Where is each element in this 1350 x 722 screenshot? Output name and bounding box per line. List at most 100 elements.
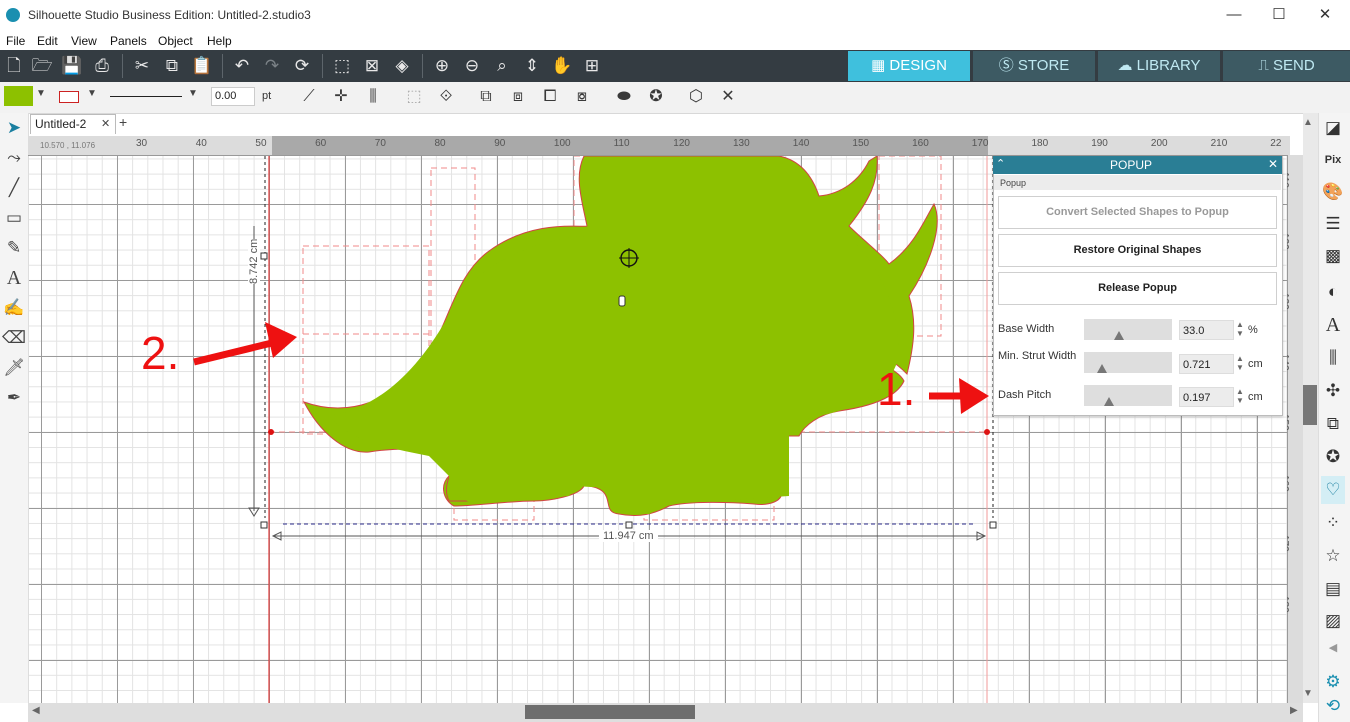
panel-collapse-icon[interactable]: ◀ [1321,634,1345,662]
scroll-right-icon[interactable]: ▶ [1290,705,1298,716]
close-window-button[interactable]: ✕ [1313,4,1337,26]
text-tool-icon[interactable]: A [2,265,26,291]
weld-icon[interactable]: ⧠ [538,86,562,108]
close-panel-icon[interactable]: ✕ [1268,157,1278,171]
knife-icon[interactable]: 🗡 [2,355,26,381]
scroll-left-icon[interactable]: ◀ [32,705,40,716]
menu-help[interactable]: Help [207,34,232,48]
pixscan-icon[interactable]: Pix [1321,146,1345,174]
chevron-down-icon[interactable]: ▼ [87,88,97,99]
tab-library[interactable]: ☁ LIBRARY [1098,51,1220,81]
favorites-star-icon[interactable]: ☆ [1321,542,1345,570]
vertical-scroll-thumb[interactable] [1303,385,1317,425]
deselect-icon[interactable]: ⊠ [360,54,384,78]
line-width-input[interactable]: 0.00 [211,87,255,106]
close-x-icon[interactable]: ✕ [716,86,740,108]
spinner-icon[interactable]: ▲ ▼ [1236,354,1244,372]
move-cross-icon[interactable]: ✛ [329,86,353,108]
modify-icon[interactable]: ⧉ [1321,410,1345,438]
maximize-button[interactable]: ☐ [1267,4,1291,26]
eraser-icon[interactable]: ⌫ [2,325,26,351]
line-style-icon[interactable]: ☰ [1321,210,1345,238]
tab-send[interactable]: ⎍ SEND [1223,51,1350,81]
paste-icon[interactable]: 📋 [190,54,214,78]
subtract-icon[interactable]: ⧇ [570,86,594,108]
node-edit-icon[interactable]: ⤳ [2,145,26,171]
select-all-icon[interactable]: ⬚ [330,54,354,78]
minimize-button[interactable]: — [1222,4,1246,26]
restore-shapes-button[interactable]: Restore Original Shapes [998,234,1277,267]
layers-icon[interactable]: ▤ [1321,575,1345,603]
transform-icon[interactable]: ⟐ [434,86,458,108]
spinner-icon[interactable]: ▲ ▼ [1236,387,1244,405]
line-color-swatch[interactable] [59,91,79,103]
slider-thumb[interactable] [1103,397,1114,406]
add-tab-button[interactable]: + [119,114,127,130]
page-setup-icon[interactable]: ◪ [1321,114,1345,142]
fill-color-swatch[interactable] [4,86,33,106]
save-icon[interactable]: 💾 [60,54,84,78]
sketch-icon[interactable]: ✍ [2,295,26,321]
convert-to-popup-button[interactable]: Convert Selected Shapes to Popup [998,196,1277,229]
cut-icon[interactable]: ✂ [130,54,154,78]
star-icon[interactable]: ✪ [644,86,668,108]
spinner-icon[interactable]: ▲ ▼ [1236,320,1244,338]
collapse-icon[interactable]: ⌃ [996,157,1005,170]
rhinestone-icon[interactable]: ⁘ [1321,509,1345,537]
redo-icon[interactable]: ↷ [260,54,284,78]
scroll-down-icon[interactable]: ▼ [1303,688,1313,699]
dash-pitch-slider[interactable] [1084,385,1172,406]
move-icon[interactable]: ⇕ [520,54,544,78]
sync-icon[interactable]: ⟲ [1321,692,1345,720]
align-panel-icon[interactable]: ⫼ [1321,344,1345,372]
zoom-out-icon[interactable]: ⊖ [460,54,484,78]
line-style-preview[interactable] [110,96,182,97]
close-tab-icon[interactable]: ✕ [101,117,110,130]
undo-icon[interactable]: ↶ [230,54,254,78]
base-width-slider[interactable] [1084,319,1172,340]
text-style-icon[interactable]: A [1321,311,1345,339]
shapes-icon[interactable]: ⬬ [612,86,636,108]
select-by-color-icon[interactable]: ◈ [390,54,414,78]
sketch-panel-icon[interactable]: ▨ [1321,607,1345,635]
pan-hand-icon[interactable]: ✋ [550,54,574,78]
rectangle-icon[interactable]: ▭ [2,205,26,231]
dash-pitch-input[interactable]: 0.197 [1179,387,1234,407]
zoom-in-icon[interactable]: ⊕ [430,54,454,78]
zoom-select-icon[interactable]: ⌕ [490,54,514,78]
tab-store[interactable]: Ⓢ STORE [973,51,1095,81]
base-width-input[interactable]: 33.0 [1179,320,1234,340]
min-strut-width-input[interactable]: 0.721 [1179,354,1234,374]
3d-box-icon[interactable]: ⬡ [684,86,708,108]
chevron-down-icon[interactable]: ▼ [188,88,198,99]
menu-object[interactable]: Object [158,34,193,48]
tab-design[interactable]: ▦ DESIGN [848,51,970,81]
release-popup-button[interactable]: Release Popup [998,272,1277,305]
new-file-icon[interactable]: 🗋 [2,54,26,78]
horizontal-scroll-thumb[interactable] [525,705,695,719]
min-strut-width-slider[interactable] [1084,352,1172,373]
line-tool-icon[interactable]: ⟋ [297,86,321,108]
refresh-icon[interactable]: ⟳ [290,54,314,78]
offset-star-icon[interactable]: ✪ [1321,443,1345,471]
fit-page-icon[interactable]: ⊞ [580,54,604,78]
menu-file[interactable]: File [6,34,25,48]
replicate-icon[interactable]: ✣ [1321,377,1345,405]
align-icon[interactable]: ⫼ [361,86,385,108]
open-folder-icon[interactable]: 🗁 [30,54,54,78]
menu-view[interactable]: View [71,34,97,48]
arrange-back-icon[interactable]: ⧈ [506,86,530,108]
group-icon[interactable]: ⬚ [402,86,426,108]
slider-thumb[interactable] [1113,331,1124,340]
scroll-up-icon[interactable]: ▲ [1303,117,1313,128]
menu-edit[interactable]: Edit [37,34,58,48]
select-arrow-icon[interactable]: ➤ [2,115,26,141]
slider-thumb[interactable] [1097,364,1108,373]
popup-panel-icon[interactable]: ♡ [1321,476,1345,504]
arrange-front-icon[interactable]: ⧉ [474,86,498,108]
line-draw-icon[interactable]: ╱ [2,175,26,201]
copy-icon[interactable]: ⧉ [160,54,184,78]
menu-panels[interactable]: Panels [110,34,147,48]
print-icon[interactable]: ⎙ [90,54,114,78]
chevron-down-icon[interactable]: ▼ [36,88,46,99]
